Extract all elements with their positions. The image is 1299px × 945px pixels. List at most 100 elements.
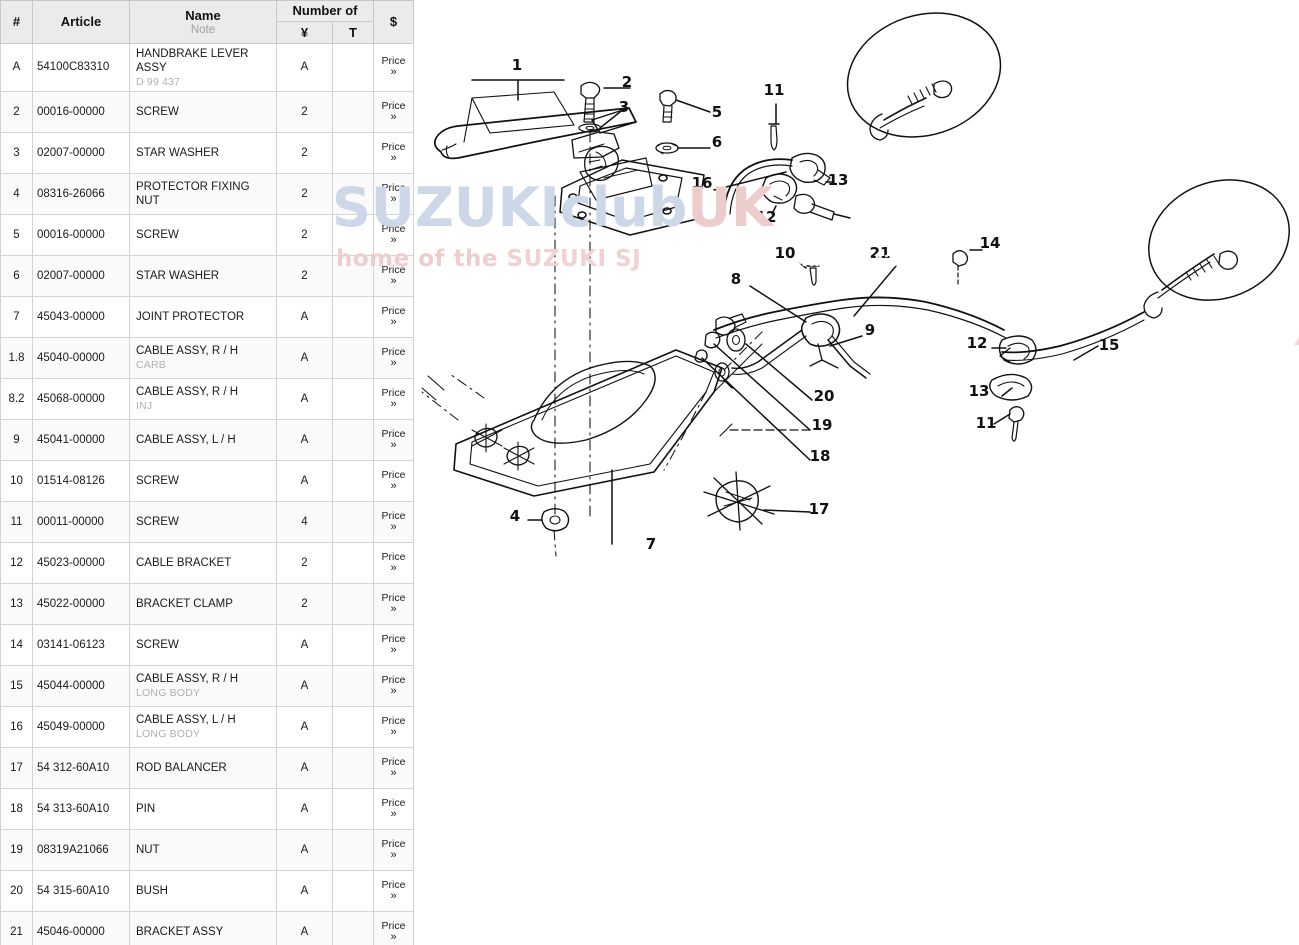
table-row[interactable]: 3 02007-00000 STAR WASHER 2 Price» xyxy=(0,132,414,175)
cell-ref-number: 3 xyxy=(0,132,33,175)
cell-part-name: PIN xyxy=(129,788,277,831)
cell-qty-t xyxy=(332,870,374,913)
table-row[interactable]: 13 45022-00000 BRACKET CLAMP 2 Price» xyxy=(0,583,414,626)
table-row[interactable]: 1.8 45040-00000 CABLE ASSY, R / H CARB A Pric… xyxy=(0,337,414,380)
price-chevron-icon: » xyxy=(390,603,397,616)
price-link[interactable]: Price» xyxy=(374,429,413,452)
cell-price[interactable]: Price» xyxy=(373,460,414,503)
table-row[interactable]: 21 45046-00000 BRACKET ASSY A Price» xyxy=(0,911,414,945)
parts-table: # Article Name Note Number of $ ¥ T A 541… xyxy=(0,0,414,945)
cell-price[interactable]: Price» xyxy=(373,214,414,257)
cell-qty: A xyxy=(276,870,333,913)
table-row[interactable]: 17 54 312-60A10 ROD BALANCER A Price» xyxy=(0,747,414,790)
table-row[interactable]: 11 00011-00000 SCREW 4 Price» xyxy=(0,501,414,544)
price-link[interactable]: Price» xyxy=(374,716,413,739)
table-row[interactable]: 9 45041-00000 CABLE ASSY, L / H A Price» xyxy=(0,419,414,462)
price-link[interactable]: Price» xyxy=(374,921,413,944)
cell-price[interactable]: Price» xyxy=(373,337,414,380)
cell-price[interactable]: Price» xyxy=(373,911,414,945)
table-row[interactable]: 6 02007-00000 STAR WASHER 2 Price» xyxy=(0,255,414,298)
price-link[interactable]: Price» xyxy=(374,675,413,698)
cell-price[interactable]: Price» xyxy=(373,378,414,421)
price-chevron-icon: » xyxy=(390,316,397,329)
cell-price[interactable]: Price» xyxy=(373,296,414,339)
cell-price[interactable]: Price» xyxy=(373,829,414,872)
cell-price[interactable]: Price» xyxy=(373,788,414,831)
price-link[interactable]: Price» xyxy=(374,470,413,493)
table-row[interactable]: 4 08316-26066 PROTECTOR FIXING NUT 2 Price» xyxy=(0,173,414,216)
price-link[interactable]: Price» xyxy=(374,880,413,903)
price-link[interactable]: Price» xyxy=(374,511,413,534)
price-chevron-icon: » xyxy=(390,398,397,411)
table-row[interactable]: 18 54 313-60A10 PIN A Price» xyxy=(0,788,414,831)
cell-price[interactable]: Price» xyxy=(373,419,414,462)
price-link[interactable]: Price» xyxy=(374,798,413,821)
price-link[interactable]: Price» xyxy=(374,347,413,370)
table-row[interactable]: A 54100C83310 HANDBRAKE LEVER ASSY D 99 437… xyxy=(0,42,414,93)
cell-ref-number: 17 xyxy=(0,747,33,790)
cell-qty-t xyxy=(332,337,374,380)
table-row[interactable]: 8.2 45068-00000 CABLE ASSY, R / H INJ A Price… xyxy=(0,378,414,421)
cell-qty-t xyxy=(332,255,374,298)
price-link[interactable]: Price» xyxy=(374,56,413,79)
cell-price[interactable]: Price» xyxy=(373,583,414,626)
cell-price[interactable]: Price» xyxy=(373,665,414,708)
price-link[interactable]: Price» xyxy=(374,224,413,247)
cell-price[interactable]: Price» xyxy=(373,255,414,298)
table-row[interactable]: 2 00016-00000 SCREW 2 Price» xyxy=(0,91,414,134)
cell-qty-t xyxy=(332,911,374,945)
cell-price[interactable]: Price» xyxy=(373,747,414,790)
part-cables-lower xyxy=(713,296,1007,389)
cell-article-number: 00011-00000 xyxy=(32,501,130,544)
cell-price[interactable]: Price» xyxy=(373,173,414,216)
price-link[interactable]: Price» xyxy=(374,265,413,288)
cell-article-number: 45049-00000 xyxy=(32,706,130,749)
price-link[interactable]: Price» xyxy=(374,142,413,165)
price-link[interactable]: Price» xyxy=(374,183,413,206)
cell-price[interactable]: Price» xyxy=(373,91,414,134)
price-link[interactable]: Price» xyxy=(374,593,413,616)
cell-part-name: SCREW xyxy=(129,624,277,667)
diagram-callout-4: 4 xyxy=(510,507,520,525)
table-header: # Article Name Note Number of $ ¥ T xyxy=(0,0,414,44)
price-link[interactable]: Price» xyxy=(374,101,413,124)
cell-price[interactable]: Price» xyxy=(373,624,414,667)
price-chevron-icon: » xyxy=(390,152,397,165)
cell-price[interactable]: Price» xyxy=(373,132,414,175)
part-note: D 99 437 xyxy=(136,75,181,88)
cell-ref-number: 11 xyxy=(0,501,33,544)
table-row[interactable]: 14 03141-06123 SCREW A Price» xyxy=(0,624,414,667)
cell-price[interactable]: Price» xyxy=(373,870,414,913)
table-row[interactable]: 5 00016-00000 SCREW 2 Price» xyxy=(0,214,414,257)
part-joint-protector-7 xyxy=(453,349,723,497)
price-link[interactable]: Price» xyxy=(374,552,413,575)
cell-qty: A xyxy=(276,337,333,380)
table-row[interactable]: 16 45049-00000 CABLE ASSY, L / H LONG BODY A… xyxy=(0,706,414,749)
col-header-note-label: Note xyxy=(190,23,216,36)
price-chevron-icon: » xyxy=(390,193,397,206)
cell-price[interactable]: Price» xyxy=(373,706,414,749)
diagram-callout-15: 15 xyxy=(1099,336,1120,354)
price-link[interactable]: Price» xyxy=(374,634,413,657)
price-link[interactable]: Price» xyxy=(374,757,413,780)
cell-price[interactable]: Price» xyxy=(373,542,414,585)
price-link[interactable]: Price» xyxy=(374,306,413,329)
cell-article-number: 00016-00000 xyxy=(32,214,130,257)
price-link[interactable]: Price» xyxy=(374,388,413,411)
table-row[interactable]: 20 54 315-60A10 BUSH A Price» xyxy=(0,870,414,913)
cell-ref-number: 8.2 xyxy=(0,378,33,421)
table-row[interactable]: 10 01514-08126 SCREW A Price» xyxy=(0,460,414,503)
cell-price[interactable]: Price» xyxy=(373,501,414,544)
cell-ref-number: 1.8 xyxy=(0,337,33,380)
price-link[interactable]: Price» xyxy=(374,839,413,862)
cell-qty: A xyxy=(276,665,333,708)
table-row[interactable]: 19 08319A21066 NUT A Price» xyxy=(0,829,414,872)
cell-price[interactable]: Price» xyxy=(373,42,414,93)
table-row[interactable]: 15 45044-00000 CABLE ASSY, R / H LONG BODY A… xyxy=(0,665,414,708)
price-chevron-icon: » xyxy=(390,931,397,944)
cell-part-name: SCREW xyxy=(129,91,277,134)
table-row[interactable]: 7 45043-00000 JOINT PROTECTOR A Price» xyxy=(0,296,414,339)
cell-qty-t xyxy=(332,583,374,626)
cell-qty-t xyxy=(332,296,374,339)
table-row[interactable]: 12 45023-00000 CABLE BRACKET 2 Price» xyxy=(0,542,414,585)
